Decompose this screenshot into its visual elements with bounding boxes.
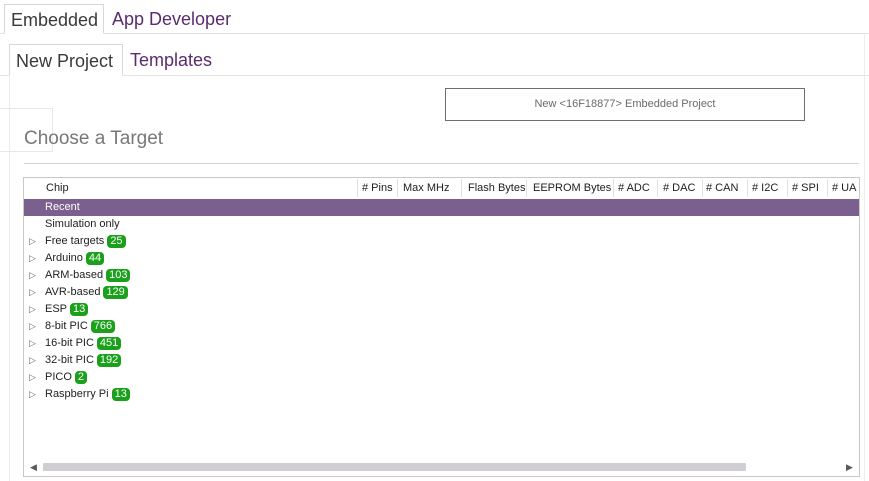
column-header-spi[interactable]: # SPI (792, 182, 819, 194)
tree-row-label: AVR-based 129 (45, 284, 128, 301)
expand-triangle-icon[interactable]: ▷ (29, 267, 36, 284)
arrow-left-icon[interactable]: ◀ (30, 462, 37, 473)
count-badge: 451 (96, 336, 122, 350)
expand-triangle-icon[interactable]: ▷ (29, 199, 36, 216)
tree-row-esp[interactable]: ▷ ESP 13 (24, 301, 859, 318)
expand-triangle-icon[interactable]: ▷ (29, 233, 36, 250)
panel-right-border (864, 34, 865, 481)
tree-row-label: Simulation only (45, 218, 120, 230)
expand-triangle-icon[interactable]: ▷ (29, 284, 36, 301)
tree-row-label: ESP 13 (45, 301, 89, 318)
tree-row-recent[interactable]: ▷ Recent (24, 199, 859, 216)
column-header-uart[interactable]: # UA (832, 182, 858, 194)
tree-row-8bit-pic[interactable]: ▷ 8-bit PIC 766 (24, 318, 859, 335)
tab-app-developer[interactable]: App Developer (106, 4, 237, 34)
tree-row-free-targets[interactable]: ▷ Free targets 25 (24, 233, 859, 250)
tab-embedded[interactable]: Embedded (4, 4, 104, 34)
tree-row-16bit-pic[interactable]: ▷ 16-bit PIC 451 (24, 335, 859, 352)
column-header-dac[interactable]: # DAC (663, 182, 695, 194)
new-embedded-project-button[interactable]: New <16F18877> Embedded Project (445, 88, 805, 121)
tree-row-raspberry-pi[interactable]: ▷ Raspberry Pi 13 (24, 386, 859, 403)
column-separator[interactable] (787, 179, 788, 197)
expand-triangle-icon[interactable]: ▷ (29, 352, 36, 369)
expand-triangle-icon[interactable]: ▷ (29, 369, 36, 386)
column-separator[interactable] (526, 179, 527, 197)
tree-row-label: 32-bit PIC 192 (45, 352, 122, 369)
tree-row-label: PICO 2 (45, 369, 88, 386)
tree-row-arduino[interactable]: ▷ Arduino 44 (24, 250, 859, 267)
column-separator[interactable] (657, 179, 658, 197)
tree-row-label: 8-bit PIC 766 (45, 318, 116, 335)
tree-row-label: Recent (45, 201, 80, 213)
expand-triangle-icon[interactable]: ▷ (29, 318, 36, 335)
count-badge: 25 (107, 234, 126, 248)
column-header-flash-bytes[interactable]: Flash Bytes (468, 182, 525, 194)
column-separator[interactable] (827, 179, 828, 197)
tree-row-label: Arduino 44 (45, 250, 105, 267)
column-header-adc[interactable]: # ADC (618, 182, 650, 194)
title-divider (24, 163, 859, 164)
tree-row-label: Raspberry Pi 13 (45, 386, 130, 403)
tree-row-label: 16-bit PIC 451 (45, 335, 122, 352)
scrollbar-thumb[interactable] (43, 463, 746, 471)
column-header-max-mhz[interactable]: Max MHz (403, 182, 449, 194)
count-badge: 766 (90, 319, 116, 333)
tree-row-32bit-pic[interactable]: ▷ 32-bit PIC 192 (24, 352, 859, 369)
column-header-i2c[interactable]: # I2C (752, 182, 778, 194)
column-header-chip[interactable]: Chip (46, 182, 69, 194)
column-separator[interactable] (397, 179, 398, 197)
count-badge: 129 (103, 285, 128, 299)
count-badge: 44 (85, 251, 105, 265)
count-badge: 103 (106, 268, 131, 282)
column-separator[interactable] (747, 179, 748, 197)
column-header-can[interactable]: # CAN (706, 182, 738, 194)
tree-row-simulation-only[interactable]: Simulation only (24, 216, 859, 233)
column-separator[interactable] (357, 179, 358, 197)
horizontal-scrollbar[interactable]: ◀ ▶ (24, 459, 859, 476)
tree-row-avr-based[interactable]: ▷ AVR-based 129 (24, 284, 859, 301)
expand-triangle-icon[interactable]: ▷ (29, 250, 36, 267)
page-title: Choose a Target (24, 128, 164, 149)
expand-triangle-icon[interactable]: ▷ (29, 301, 36, 318)
tree-row-pico[interactable]: ▷ PICO 2 (24, 369, 859, 386)
tab-templates[interactable]: Templates (124, 44, 218, 76)
count-badge: 13 (111, 387, 130, 401)
column-header-eeprom-bytes[interactable]: EEPROM Bytes (533, 182, 611, 194)
tree-row-label: Free targets 25 (45, 233, 126, 250)
tree-row-arm-based[interactable]: ▷ ARM-based 103 (24, 267, 859, 284)
column-separator[interactable] (702, 179, 703, 197)
tab-new-project[interactable]: New Project (9, 44, 123, 76)
column-header-pins[interactable]: # Pins (362, 182, 393, 194)
count-badge: 13 (70, 302, 89, 316)
expand-triangle-icon[interactable]: ▷ (29, 335, 36, 352)
column-separator[interactable] (461, 179, 462, 197)
arrow-right-icon[interactable]: ▶ (846, 462, 853, 473)
column-separator[interactable] (613, 179, 614, 197)
count-badge: 2 (74, 370, 88, 384)
tree-row-label: ARM-based 103 (45, 267, 131, 284)
expand-triangle-icon[interactable]: ▷ (29, 386, 36, 403)
count-badge: 192 (96, 353, 122, 367)
